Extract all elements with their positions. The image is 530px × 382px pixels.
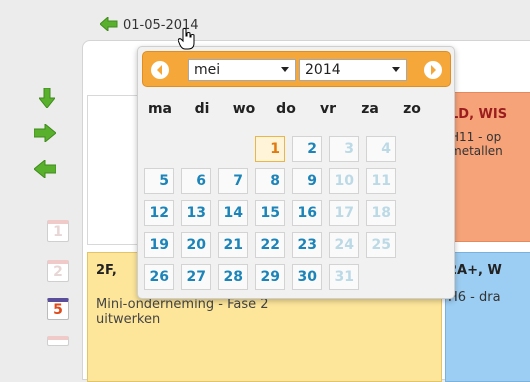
- datepicker-header: mei 2014: [142, 51, 451, 87]
- day-cell: 17: [329, 200, 359, 226]
- day-cell: 18: [366, 200, 396, 226]
- dropdown-caret-icon: [281, 67, 289, 72]
- weekday-label: do: [276, 101, 296, 117]
- lesson-title: LD, WIS: [450, 107, 508, 122]
- month-select-value: mei: [194, 62, 221, 78]
- day-cell[interactable]: 22: [255, 232, 285, 258]
- right-arrow-icon[interactable]: [33, 122, 57, 146]
- day-cell: 4: [366, 136, 396, 162]
- day-cell[interactable]: 30: [292, 264, 322, 290]
- day-cell[interactable]: 19: [144, 232, 174, 258]
- day-cell: 24: [329, 232, 359, 258]
- month-select[interactable]: mei: [188, 59, 296, 81]
- datepicker: mei 2014 ma di wo do vr za zo 1 2 3 4 5 6 7 8 9 10 11 12 1…: [137, 46, 455, 299]
- day-cell[interactable]: 5: [144, 168, 174, 194]
- day-cell: 11: [366, 168, 396, 194]
- day-cell[interactable]: 16: [292, 200, 322, 226]
- lesson-desc: H11 - op metallen: [450, 130, 503, 158]
- day-cell: 25: [366, 232, 396, 258]
- dropdown-caret-icon: [392, 67, 400, 72]
- day-cell[interactable]: 15: [255, 200, 285, 226]
- back-arrow-icon: [99, 15, 118, 35]
- day-cell[interactable]: 9: [292, 168, 322, 194]
- day-cell: 10: [329, 168, 359, 194]
- hand-cursor-icon: [177, 28, 196, 54]
- day-cell[interactable]: 6: [181, 168, 211, 194]
- day-cell[interactable]: 23: [292, 232, 322, 258]
- weekday-label: ma: [147, 101, 173, 117]
- year-select-value: 2014: [305, 62, 341, 78]
- day-1-icon[interactable]: 1: [47, 220, 69, 242]
- weekday-label: zo: [403, 101, 421, 117]
- lesson-title: 2A+, W: [448, 263, 502, 278]
- day-cell[interactable]: 8: [255, 168, 285, 194]
- lesson-desc: H6 - dra: [448, 290, 501, 305]
- day-cell[interactable]: 28: [218, 264, 248, 290]
- lesson-desc: Mini-onderneming - Fase 2 uitwerken: [96, 297, 269, 327]
- day-cell[interactable]: 27: [181, 264, 211, 290]
- day-cell[interactable]: 26: [144, 264, 174, 290]
- day-cell[interactable]: 13: [181, 200, 211, 226]
- day-cell[interactable]: 14: [218, 200, 248, 226]
- weekday-label: vr: [319, 101, 337, 117]
- day-2-icon[interactable]: 2: [47, 260, 69, 282]
- left-toolbar: 1 2 5: [14, 58, 80, 374]
- left-arrow-icon[interactable]: [33, 158, 57, 182]
- weekday-label: wo: [232, 101, 256, 117]
- day-cell[interactable]: 20: [181, 232, 211, 258]
- day-cell[interactable]: 1: [255, 136, 285, 162]
- down-arrow-icon[interactable]: [37, 87, 57, 112]
- day-cell: 3: [329, 136, 359, 162]
- year-select[interactable]: 2014: [299, 59, 407, 81]
- weekday-label: di: [194, 101, 210, 117]
- chevron-left-icon: [157, 65, 162, 75]
- day-cell: 31: [329, 264, 359, 290]
- day-5-icon[interactable]: 5: [47, 298, 69, 320]
- lesson-card[interactable]: 2A+, W H6 - dra: [445, 252, 530, 382]
- next-month-button[interactable]: [424, 61, 442, 79]
- day-cell[interactable]: 2: [292, 136, 322, 162]
- day-cell[interactable]: 7: [218, 168, 248, 194]
- weekday-label: za: [361, 101, 379, 117]
- prev-month-button[interactable]: [151, 61, 169, 79]
- day-cell[interactable]: 29: [255, 264, 285, 290]
- day-cell[interactable]: 21: [218, 232, 248, 258]
- day-cell[interactable]: 12: [144, 200, 174, 226]
- day-next-icon[interactable]: [47, 336, 69, 346]
- chevron-right-icon: [431, 65, 436, 75]
- lesson-card[interactable]: LD, WIS H11 - op metallen: [445, 92, 530, 242]
